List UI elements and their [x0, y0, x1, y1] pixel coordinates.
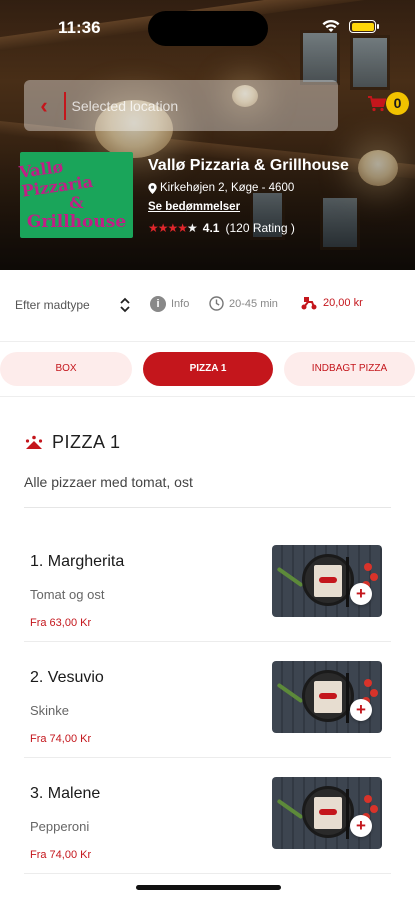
logo-line: Vallø Pizzaria: [17, 156, 95, 201]
restaurant-logo: Vallø Pizzaria & Grillhouse: [18, 152, 133, 238]
restaurant-address: Kirkehøjen 2, Køge - 4600: [148, 182, 294, 194]
chevron-left-icon[interactable]: ‹: [24, 93, 64, 119]
rating-stars-icon: ★★★★★: [148, 221, 198, 235]
status-time: 11:36: [58, 18, 101, 37]
menu-item[interactable]: 2. Vesuvio Skinke Fra 74,00 Kr +: [24, 661, 391, 777]
info-label: Info: [171, 298, 190, 310]
add-item-button[interactable]: +: [350, 583, 372, 605]
location-pin-icon: [148, 182, 157, 194]
home-indicator[interactable]: [136, 885, 281, 890]
scooter-icon: [301, 297, 317, 310]
restaurant-name: Vallø Pizzaria & Grillhouse: [148, 157, 349, 174]
pizza-section-icon: [25, 435, 43, 449]
delivery-time-label: 20-45 min: [229, 297, 278, 310]
cart-button[interactable]: 0: [366, 92, 412, 118]
item-divider: [24, 873, 391, 874]
cart-icon: [368, 96, 386, 112]
rating-value: 4.1: [202, 221, 220, 235]
item-divider: [24, 641, 391, 642]
battery-icon: [349, 20, 379, 33]
item-price: Fra 63,00 Kr: [30, 617, 92, 629]
section-divider: [24, 507, 391, 508]
item-price: Fra 74,00 Kr: [30, 733, 92, 745]
dynamic-island: [148, 11, 268, 46]
item-name: 1. Margherita: [30, 553, 125, 570]
menu-item[interactable]: 3. Malene Pepperoni Fra 74,00 Kr +: [24, 777, 391, 893]
category-tabs: BOX PIZZA 1 INDBAGT PIZZA: [0, 343, 415, 397]
item-description: Skinke: [30, 703, 70, 718]
info-icon: i: [150, 296, 166, 312]
add-item-button[interactable]: +: [350, 815, 372, 837]
menu-item[interactable]: 1. Margherita Tomat og ost Fra 63,00 Kr …: [24, 545, 391, 661]
location-input[interactable]: [65, 97, 316, 114]
item-name: 2. Vesuvio: [30, 669, 104, 686]
clock-icon: [209, 296, 224, 311]
section-title: PIZZA 1: [52, 432, 121, 452]
section-header: PIZZA 1: [24, 432, 121, 453]
cart-count-badge: 0: [386, 92, 409, 115]
restaurant-rating: ★★★★★ 4.1 (120 Rating ): [148, 221, 295, 235]
item-image: [272, 661, 382, 733]
delivery-fee-label: 20,00 kr: [323, 297, 363, 309]
logo-line: Grillhouse: [26, 211, 127, 232]
status-bar: 11:36: [0, 0, 415, 56]
delivery-fee: 20,00 kr: [301, 296, 363, 310]
item-name: 3. Malene: [30, 785, 101, 802]
section-description: Alle pizzaer med tomat, ost: [24, 474, 193, 490]
logo-line: &: [69, 192, 84, 212]
add-item-button[interactable]: +: [350, 699, 372, 721]
item-description: Tomat og ost: [30, 587, 105, 602]
chevron-up-down-icon[interactable]: [119, 296, 131, 314]
info-button[interactable]: i Info: [150, 296, 189, 312]
item-price: Fra 74,00 Kr: [30, 849, 92, 861]
tab-box[interactable]: BOX: [0, 352, 132, 386]
see-reviews-link[interactable]: Se bedømmelser: [148, 201, 240, 213]
wifi-icon: [322, 19, 340, 32]
item-divider: [24, 757, 391, 758]
address-text: Kirkehøjen 2, Køge - 4600: [160, 182, 295, 194]
tab-indbagt-pizza[interactable]: INDBAGT PIZZA: [284, 352, 415, 386]
item-description: Pepperoni: [30, 819, 90, 834]
item-image: [272, 545, 382, 617]
rating-count: (120 Rating ): [225, 221, 295, 235]
sort-by-food-type[interactable]: Efter madtype: [15, 298, 90, 312]
location-search-bar[interactable]: ‹: [24, 80, 338, 131]
tab-pizza-1[interactable]: PIZZA 1: [143, 352, 273, 386]
restaurant-info-bar: Efter madtype i Info 20-45 min 20,00 kr: [0, 270, 415, 342]
delivery-time: 20-45 min: [209, 296, 278, 311]
item-image: [272, 777, 382, 849]
